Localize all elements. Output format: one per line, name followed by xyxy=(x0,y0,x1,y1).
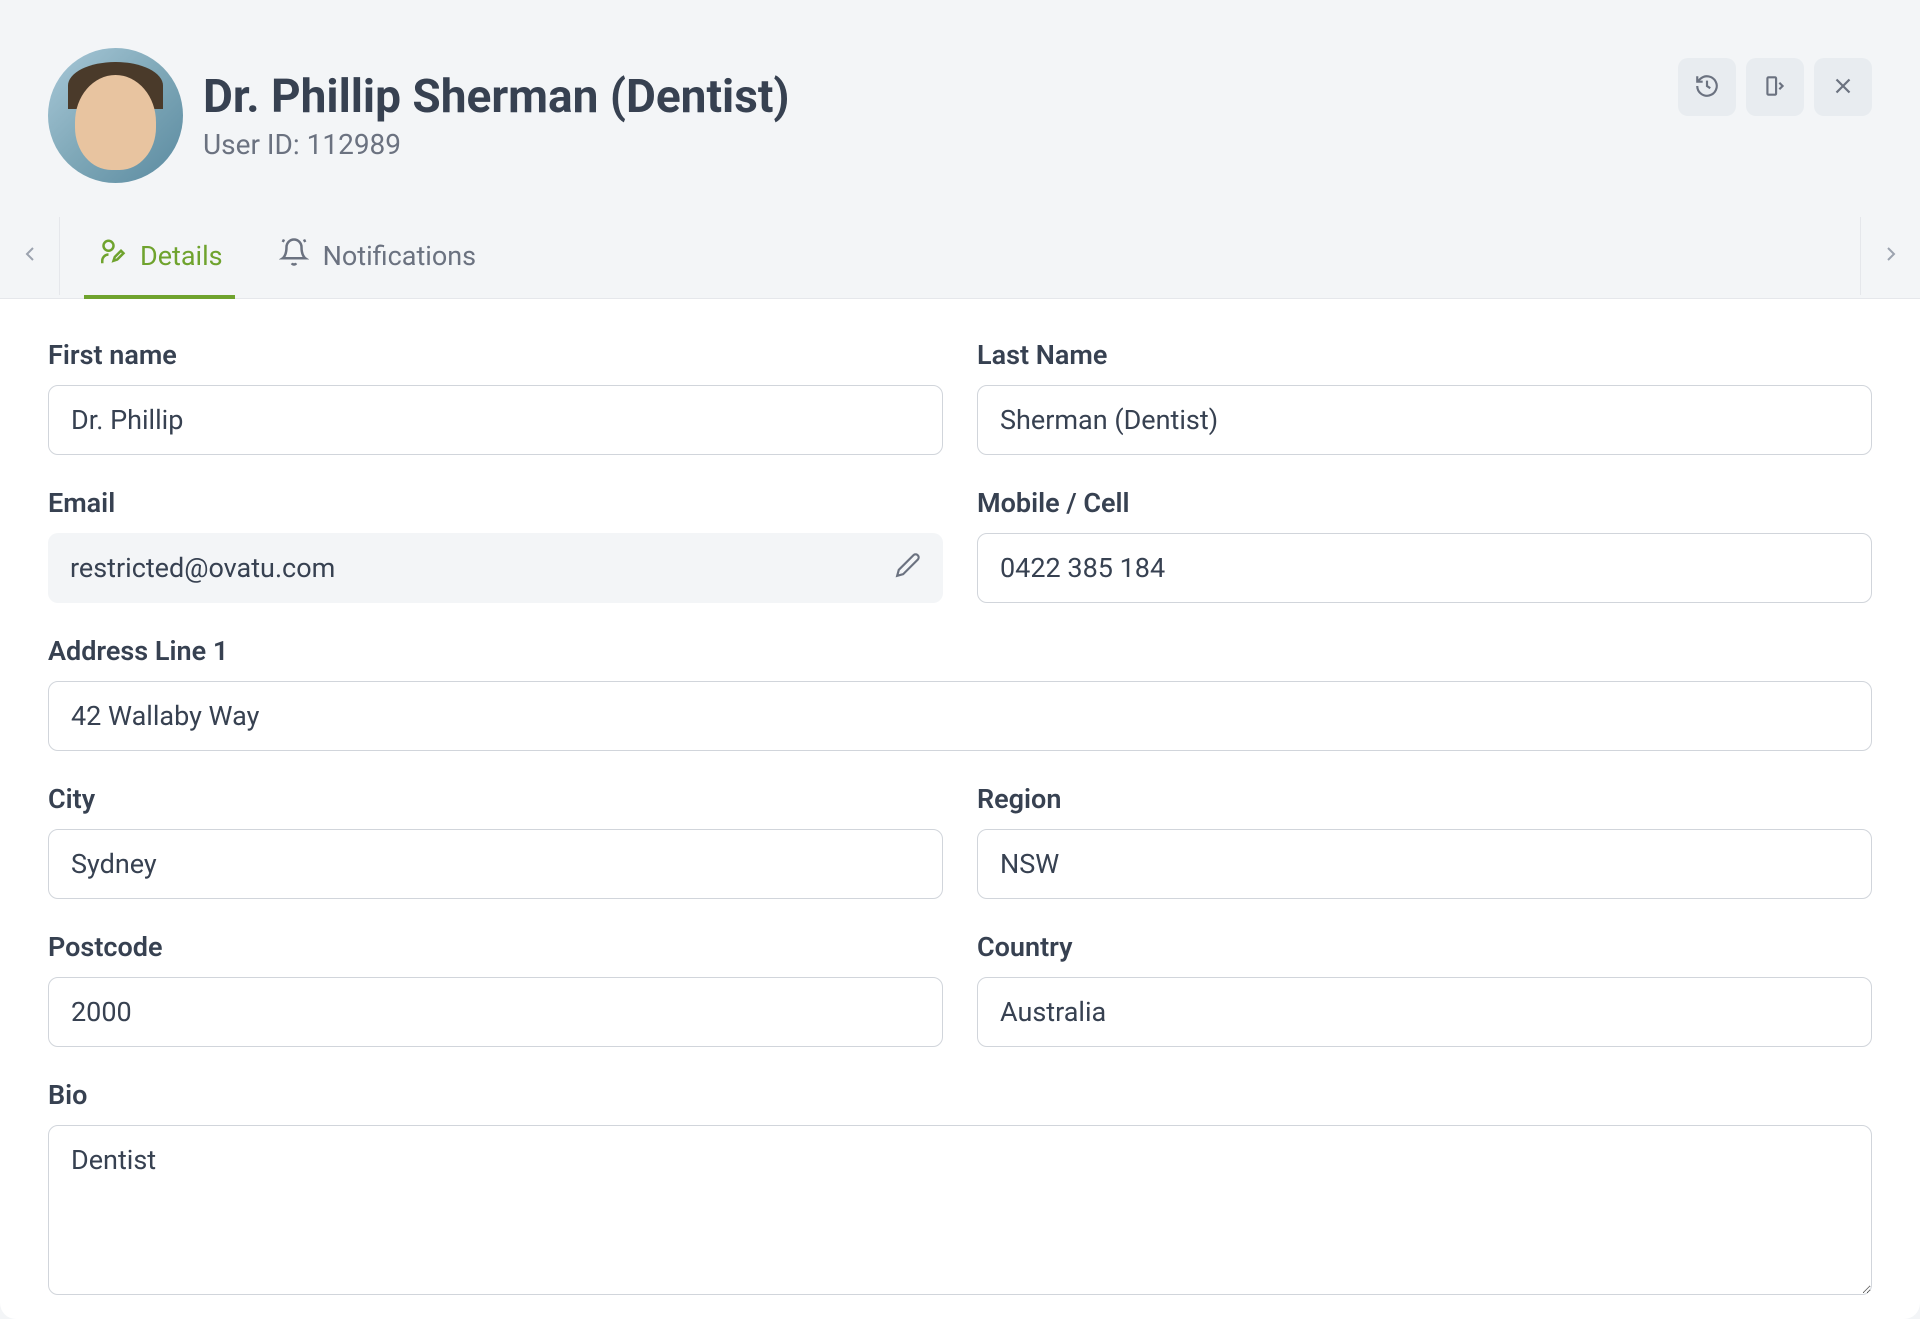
label-first-name: First name xyxy=(48,339,943,371)
label-bio: Bio xyxy=(48,1079,1872,1111)
field-country: Country xyxy=(977,931,1872,1047)
field-bio: Bio xyxy=(48,1079,1872,1295)
mobile-input[interactable] xyxy=(977,533,1872,603)
field-mobile: Mobile / Cell xyxy=(977,487,1872,603)
avatar xyxy=(48,48,183,183)
address1-input[interactable] xyxy=(48,681,1872,751)
header-info: Dr. Phillip Sherman (Dentist) User ID: 1… xyxy=(203,70,790,161)
field-region: Region xyxy=(977,783,1872,899)
user-id-label: User ID: 112989 xyxy=(203,128,790,161)
close-button[interactable] xyxy=(1814,58,1872,116)
pencil-icon xyxy=(895,552,921,585)
tab-details-label: Details xyxy=(140,240,223,272)
city-input[interactable] xyxy=(48,829,943,899)
label-last-name: Last Name xyxy=(977,339,1872,371)
form-grid: First name Last Name Email restricted@ov… xyxy=(48,339,1872,1295)
label-mobile: Mobile / Cell xyxy=(977,487,1872,519)
header-actions xyxy=(1678,58,1872,116)
header: Dr. Phillip Sherman (Dentist) User ID: 1… xyxy=(0,0,1920,213)
label-postcode: Postcode xyxy=(48,931,943,963)
region-input[interactable] xyxy=(977,829,1872,899)
user-edit-icon xyxy=(96,237,126,274)
page-title: Dr. Phillip Sherman (Dentist) xyxy=(203,70,790,124)
label-region: Region xyxy=(977,783,1872,815)
first-name-input[interactable] xyxy=(48,385,943,455)
bio-textarea[interactable] xyxy=(48,1125,1872,1295)
field-address1: Address Line 1 xyxy=(48,635,1872,751)
field-last-name: Last Name xyxy=(977,339,1872,455)
close-icon xyxy=(1830,73,1856,102)
form-content: First name Last Name Email restricted@ov… xyxy=(0,299,1920,1319)
field-city: City xyxy=(48,783,943,899)
tab-details[interactable]: Details xyxy=(96,213,223,298)
tabs: Details Notifications xyxy=(60,213,1860,298)
tabs-next-button[interactable] xyxy=(1860,217,1920,295)
field-postcode: Postcode xyxy=(48,931,943,1047)
field-first-name: First name xyxy=(48,339,943,455)
chevron-right-icon xyxy=(1879,242,1903,269)
expand-icon xyxy=(1762,73,1788,102)
label-city: City xyxy=(48,783,943,815)
bell-icon xyxy=(279,237,309,274)
postcode-input[interactable] xyxy=(48,977,943,1047)
label-address1: Address Line 1 xyxy=(48,635,1872,667)
label-country: Country xyxy=(977,931,1872,963)
expand-button[interactable] xyxy=(1746,58,1804,116)
history-icon xyxy=(1694,73,1720,102)
field-email: Email restricted@ovatu.com xyxy=(48,487,943,603)
label-email: Email xyxy=(48,487,943,519)
last-name-input[interactable] xyxy=(977,385,1872,455)
header-left: Dr. Phillip Sherman (Dentist) User ID: 1… xyxy=(48,48,790,183)
chevron-left-icon xyxy=(18,242,42,269)
tab-notifications-label: Notifications xyxy=(323,240,476,272)
app-container: Dr. Phillip Sherman (Dentist) User ID: 1… xyxy=(0,0,1920,1319)
history-button[interactable] xyxy=(1678,58,1736,116)
country-input[interactable] xyxy=(977,977,1872,1047)
tabs-wrapper: Details Notifications xyxy=(0,213,1920,299)
tab-notifications[interactable]: Notifications xyxy=(279,213,476,298)
email-value: restricted@ovatu.com xyxy=(70,552,335,584)
tabs-prev-button[interactable] xyxy=(0,217,60,295)
email-readonly[interactable]: restricted@ovatu.com xyxy=(48,533,943,603)
